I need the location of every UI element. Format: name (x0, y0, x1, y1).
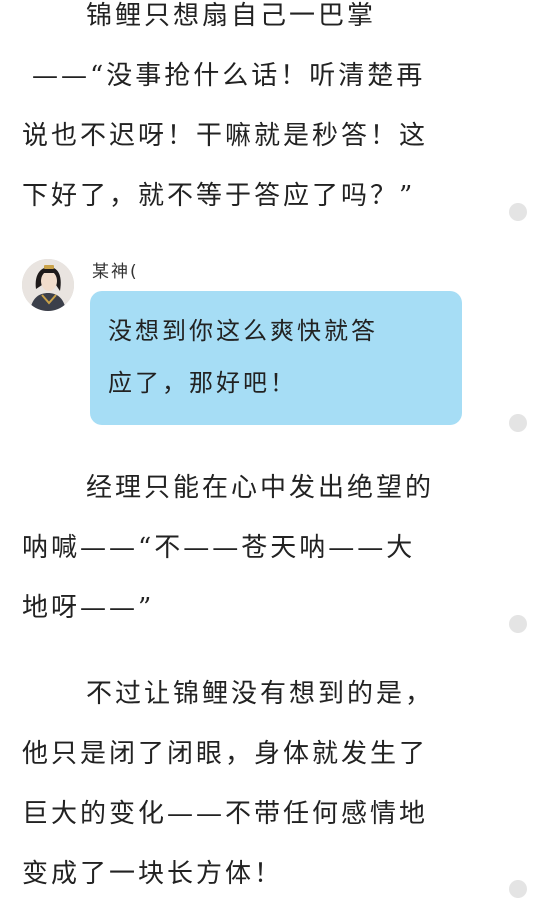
character-portrait-icon (22, 259, 74, 311)
paragraph-comment-dot-icon[interactable] (509, 615, 527, 633)
text-line: 地呀——” (22, 593, 155, 623)
story-paragraph-2: 经理只能在心中发出绝望的 呐喊——“不——苍天呐——大 地呀——” (22, 458, 492, 638)
chat-bubble[interactable]: 没想到你这么爽快就答 应了，那好吧！ (90, 291, 462, 425)
story-paragraph-3: 不过让锦鲤没有想到的是， 他只是闭了闭眼，身体就发生了 巨大的变化——不带任何感… (22, 664, 492, 904)
paragraph-comment-dot-icon[interactable] (509, 880, 527, 898)
text-line: 他只是闭了闭眼，身体就发生了 (22, 739, 429, 769)
text-line: 锦鲤只想扇自己一巴掌 (86, 1, 377, 31)
text-line: 呐喊——“不——苍天呐——大 (22, 533, 416, 563)
story-paragraph-1: 锦鲤只想扇自己一巴掌 ——“没事抢什么话！听清楚再 说也不迟呀！干嘛就是秒答！这… (22, 0, 492, 226)
text-line: 说也不迟呀！干嘛就是秒答！这 (22, 121, 429, 151)
speaker-name: 某神( (92, 262, 139, 282)
chat-message: 某神( 没想到你这么爽快就答 应了，那好吧！ (20, 255, 480, 435)
bubble-text-line: 没想到你这么爽快就答 (108, 317, 378, 345)
text-line: 不过让锦鲤没有想到的是， (86, 679, 435, 709)
avatar[interactable] (22, 259, 74, 311)
paragraph-comment-dot-icon[interactable] (509, 414, 527, 432)
text-line: 变成了一块长方体！ (22, 859, 284, 889)
text-line: 巨大的变化——不带任何感情地 (22, 799, 429, 829)
text-line: 下好了，就不等于答应了吗？” (22, 181, 416, 211)
paragraph-comment-dot-icon[interactable] (509, 203, 527, 221)
text-line: ——“没事抢什么话！听清楚再 (32, 61, 426, 91)
bubble-text-line: 应了，那好吧！ (108, 369, 297, 397)
text-line: 经理只能在心中发出绝望的 (86, 473, 435, 503)
